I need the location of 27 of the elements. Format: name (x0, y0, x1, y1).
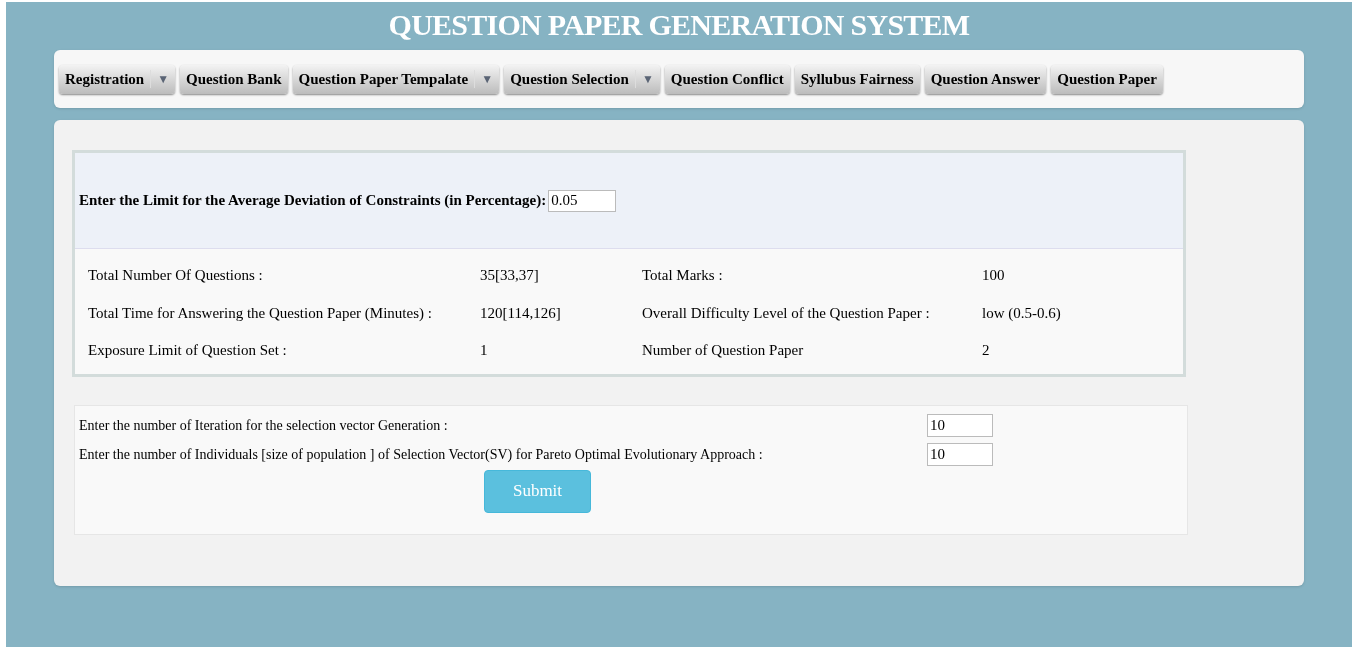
menu-button[interactable]: Question Paper Tempalate ▼ (292, 64, 500, 94)
summary-label: Total Number Of Questions : (88, 266, 264, 285)
deviation-field[interactable]: 0.05 (548, 189, 617, 212)
summary-value: 100 (982, 266, 1006, 285)
deviation-label: Enter the Limit for the Average Deviation of Constraints (in Percentage): (79, 191, 547, 211)
summary-value: 120[114,126] (480, 303, 562, 323)
summary-label: Number of Question Paper (642, 341, 805, 360)
summary-value: 35[33,37] (480, 266, 540, 285)
summary-value: 2 (982, 341, 991, 360)
menu-button[interactable]: Question Conflict (664, 64, 790, 94)
setting-label: Enter the number of Individuals [size of population ] of Selection Vector(SV) for Pareto Optimal Evolutionary Approach : (79, 445, 764, 464)
summary-value: 1 (480, 341, 489, 360)
menu-button[interactable]: Question Paper (1051, 64, 1163, 94)
menu-button[interactable]: Syllubus Fairness (794, 64, 920, 94)
summary-label: Exposure Limit of Question Set : (88, 341, 288, 360)
setting-label: Enter the number of Iteration for the selection vector Generation : (79, 416, 449, 435)
summary-label: Total Time for Answering the Question Paper (Minutes) : (88, 303, 433, 323)
summary-label: Overall Difficulty Level of the Question Paper : (642, 303, 931, 323)
setting-field[interactable]: 10 (927, 413, 993, 437)
summary-label: Total Marks : (642, 266, 724, 285)
menu-button[interactable]: Question Answer (924, 64, 1047, 94)
menu-button[interactable]: Registration ▼ (59, 64, 176, 94)
page-title: QUESTION PAPER GENERATION SYSTEM (388, 7, 970, 43)
menu-button[interactable]: Question Selection ▼ (504, 64, 660, 94)
menu-button[interactable]: Question Bank (180, 64, 288, 94)
setting-field[interactable]: 10 (927, 442, 993, 466)
summary-value: low (0.5-0.6) (982, 303, 1062, 323)
